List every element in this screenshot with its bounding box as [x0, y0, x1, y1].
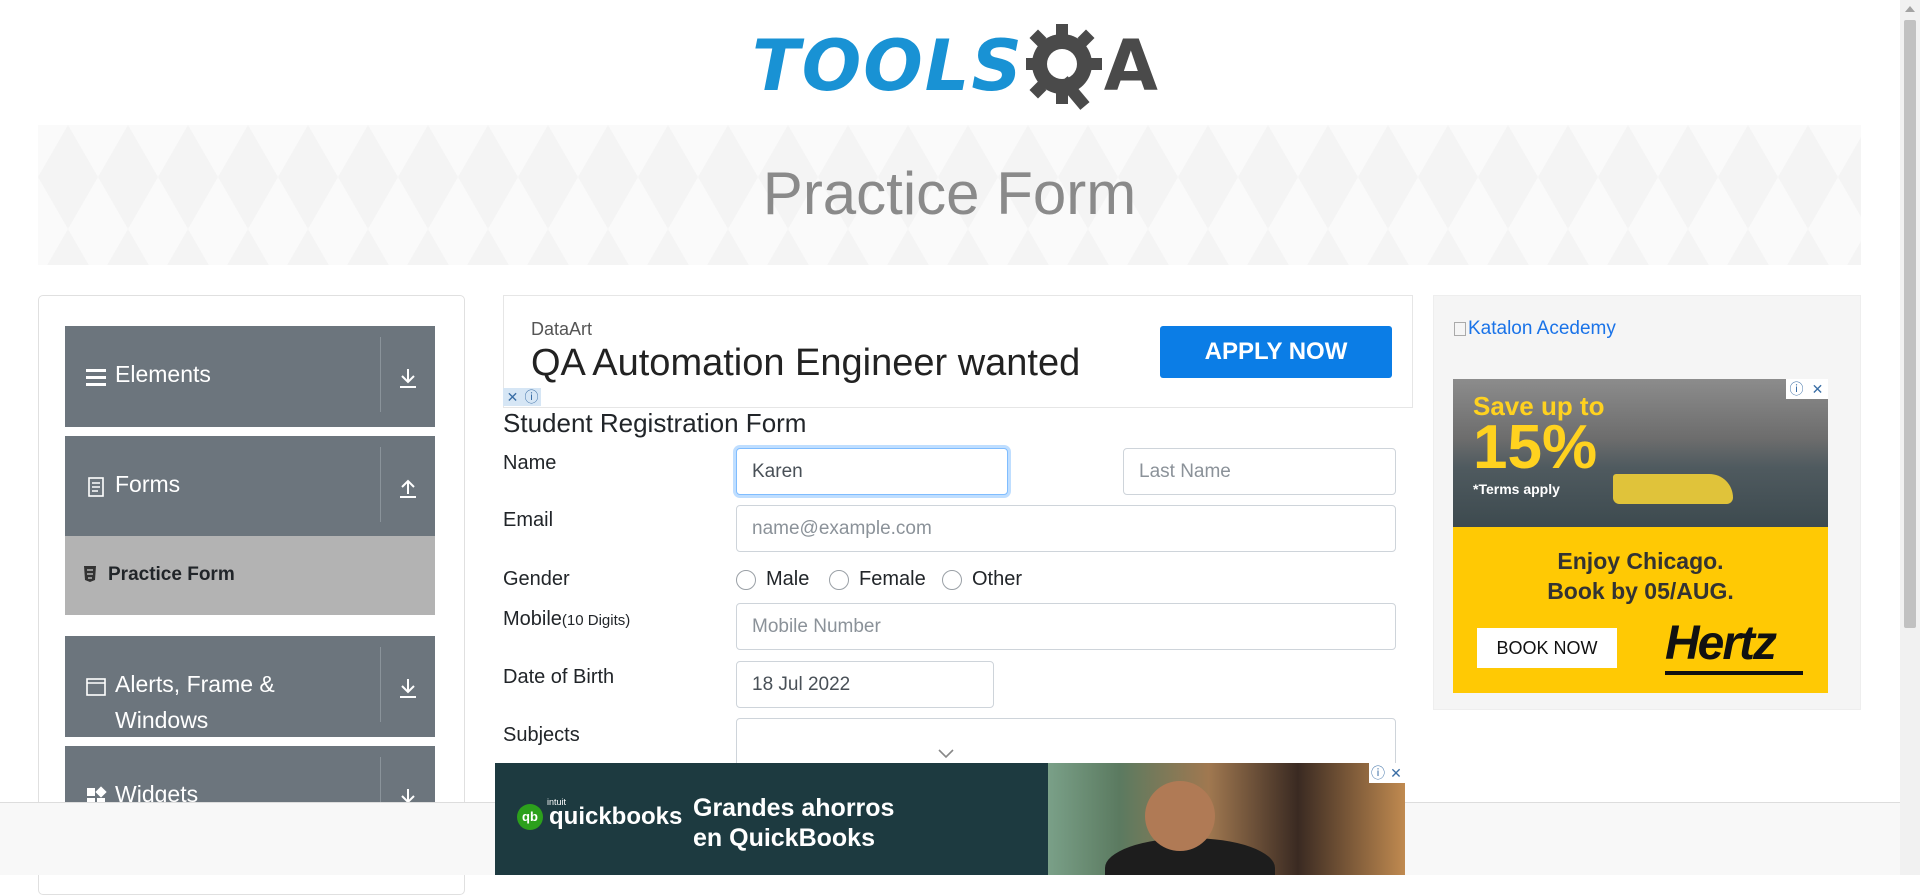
quickbooks-icon: qb — [517, 804, 543, 830]
katalon-link-text: Katalon Acedemy — [1468, 318, 1616, 339]
gender-radio-male[interactable]: Male — [736, 568, 809, 591]
name-label: Name — [503, 452, 557, 474]
sidebar-item-label: Practice Form — [108, 564, 235, 585]
radio-circle[interactable] — [942, 569, 962, 590]
logo-gear-q: A — [1025, 18, 1158, 114]
hamburger-icon — [86, 369, 106, 386]
gender-radio-other[interactable]: Other — [942, 568, 1022, 591]
divider — [380, 337, 381, 412]
tagline-line-1: Enjoy Chicago. — [1557, 548, 1724, 574]
dob-label: Date of Birth — [503, 666, 615, 688]
chevron-down-icon[interactable] — [937, 747, 955, 759]
quickbooks-logo: qb quickbooks — [517, 803, 682, 831]
gender-radio-female[interactable]: Female — [829, 568, 926, 591]
mobile-hint: (10 Digits) — [561, 612, 631, 629]
broken-image-icon — [1454, 322, 1466, 336]
hertz-logo-bar — [1665, 671, 1803, 675]
ad-controls: ⓘ ✕ — [1369, 763, 1405, 783]
toolsqa-logo[interactable]: TOOLS A — [752, 18, 1158, 114]
ad-tagline: Enjoy Chicago. Book by 05/AUG. — [1453, 546, 1828, 606]
quickbooks-name: quickbooks — [549, 803, 683, 830]
sidebar-group-label: Elements — [115, 361, 211, 387]
ad-close-icon[interactable]: ✕ — [1387, 763, 1405, 783]
radio-label: Female — [859, 568, 926, 590]
mobile-label-text: Mobile — [503, 608, 562, 630]
radio-circle[interactable] — [736, 569, 756, 590]
boat-image — [1613, 474, 1733, 504]
ad-headline: Grandes ahorros en QuickBooks — [693, 793, 894, 853]
gear-icon — [1025, 24, 1102, 110]
mobile-label: Mobile(10 Digits) — [503, 608, 630, 631]
download-arrow-icon — [400, 679, 416, 698]
window-icon — [86, 678, 106, 696]
logo-a-text: A — [1103, 25, 1158, 107]
html5-icon — [84, 566, 96, 582]
scroll-up-arrow-icon[interactable] — [1905, 6, 1915, 12]
sidebar-group-label: Alerts, Frame & Windows — [115, 671, 275, 733]
subjects-label: Subjects — [503, 724, 580, 746]
form-title: Student Registration Form — [503, 408, 807, 438]
scrollbar-thumb[interactable] — [1904, 20, 1916, 628]
gender-label: Gender — [503, 568, 570, 590]
email-input[interactable] — [736, 505, 1396, 552]
person-face-image — [1145, 781, 1215, 851]
ad-info-icon[interactable]: ⓘ — [522, 388, 541, 406]
sidebar-group-alerts[interactable]: Alerts, Frame & Windows — [65, 636, 435, 737]
headline-line-1: Grandes ahorros — [693, 794, 895, 822]
sidebar-group-elements[interactable]: Elements — [65, 326, 435, 427]
hertz-logo: Hertz — [1665, 617, 1777, 670]
hertz-ad[interactable]: Save up to 15% *Terms apply Enjoy Chicag… — [1453, 379, 1828, 693]
radio-circle[interactable] — [829, 569, 849, 590]
headline-line-2: en QuickBooks — [693, 824, 875, 852]
ad-controls: ✕ ⓘ — [503, 388, 541, 406]
percent-text: 15% — [1473, 413, 1598, 482]
book-now-button[interactable]: BOOK NOW — [1477, 628, 1617, 668]
first-name-input[interactable] — [736, 448, 1008, 495]
katalon-academy-link[interactable]: Katalon Acedemy — [1454, 318, 1616, 340]
radio-label: Other — [972, 568, 1023, 590]
logo-tools-text: TOOLS — [752, 25, 1024, 107]
ad-brand: DataArt — [531, 319, 593, 339]
upload-arrow-icon — [400, 479, 416, 498]
email-label: Email — [503, 509, 554, 531]
ad-info-icon[interactable]: ⓘ — [1786, 379, 1807, 399]
page-title: Practice Form — [762, 160, 1137, 227]
date-of-birth-input[interactable] — [736, 661, 994, 708]
divider — [380, 647, 381, 722]
terms-text: *Terms apply — [1473, 481, 1560, 497]
vertical-scrollbar[interactable] — [1900, 0, 1920, 875]
ad-controls: ⓘ ✕ — [1786, 379, 1828, 399]
download-arrow-icon — [400, 369, 416, 388]
ad-headline: QA Automation Engineer wanted — [531, 342, 1081, 384]
quickbooks-ad[interactable]: intuit qb quickbooks Grandes ahorros en … — [495, 763, 1405, 875]
top-ad-banner[interactable]: DataArt QA Automation Engineer wanted AP… — [503, 295, 1413, 408]
ad-close-icon[interactable]: ✕ — [503, 388, 522, 406]
mobile-input[interactable] — [736, 603, 1396, 650]
last-name-input[interactable] — [1123, 448, 1396, 495]
sidebar-group-forms[interactable]: Forms — [65, 436, 435, 537]
ad-info-icon[interactable]: ⓘ — [1369, 763, 1387, 783]
apply-now-button[interactable]: APPLY NOW — [1160, 326, 1392, 378]
sidebar-group-label: Forms — [115, 471, 181, 497]
right-ad-panel: Katalon Acedemy Save up to 15% *Terms ap… — [1433, 295, 1861, 710]
tagline-line-2: Book by 05/AUG. — [1547, 578, 1734, 604]
divider — [380, 447, 381, 522]
radio-label: Male — [766, 568, 810, 590]
ad-close-icon[interactable]: ✕ — [1807, 379, 1828, 399]
page-banner: Practice Form — [38, 125, 1861, 265]
sidebar-item-practice-form[interactable]: Practice Form — [65, 536, 435, 615]
document-icon — [88, 477, 104, 497]
